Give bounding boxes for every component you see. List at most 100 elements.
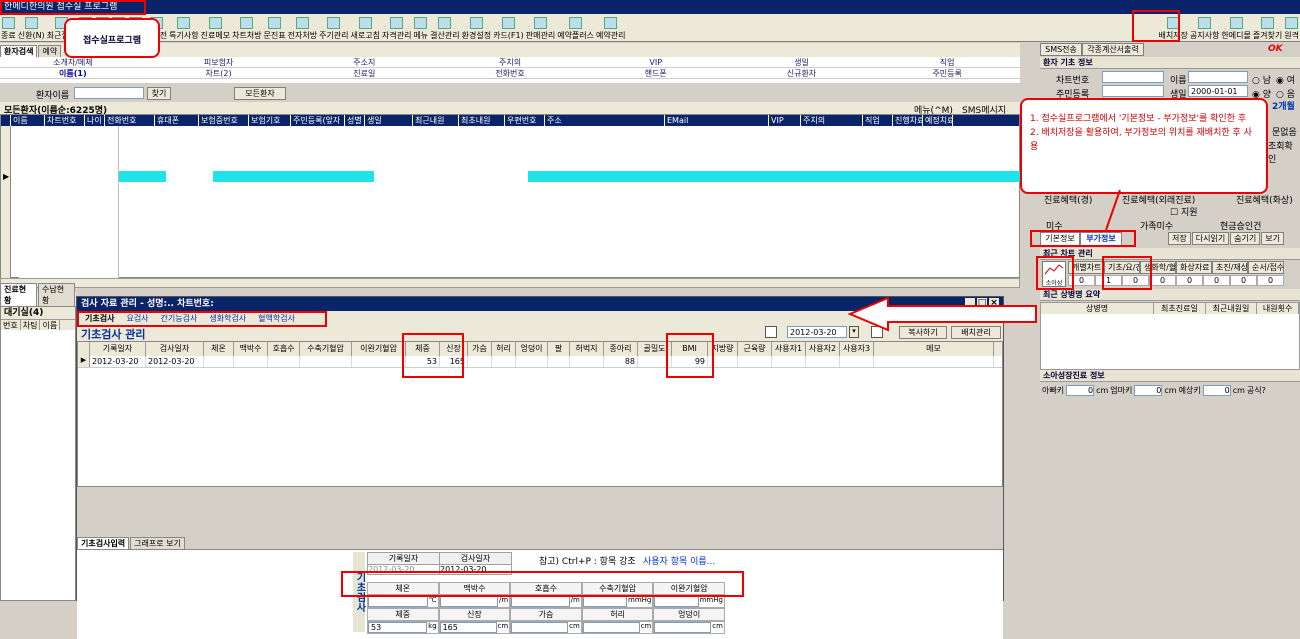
growth-input[interactable]: 0 <box>1066 385 1095 396</box>
toolbar-button[interactable]: 새로고침 <box>350 15 381 41</box>
form-field-input[interactable]: 53 <box>368 622 428 633</box>
selected-row-cell[interactable] <box>119 171 166 182</box>
disease-column-header[interactable]: 최초진료일 <box>1154 303 1206 314</box>
toolbar-button[interactable]: 주기관리 <box>318 15 349 41</box>
disease-column-header[interactable]: 상병명 <box>1041 303 1155 314</box>
selected-row-cell[interactable] <box>213 171 374 182</box>
toolbar-right-button[interactable]: 원격 <box>1283 15 1300 41</box>
exam-cell[interactable]: 88 <box>604 356 638 367</box>
tab-patient-search[interactable]: 환자검색 <box>0 45 38 57</box>
grid-column-header[interactable]: 최근내원 <box>413 115 459 126</box>
grid-column-header[interactable]: 우편번호 <box>505 115 545 126</box>
grid-column-header[interactable]: VIP <box>769 115 801 126</box>
selected-row-cell[interactable] <box>528 171 1021 182</box>
waiting-column-header[interactable]: 번호 <box>1 320 21 330</box>
exam-cell[interactable] <box>204 356 234 367</box>
disease-list[interactable]: 상병명 최초진료일 최근내원일 내원횟수 <box>1040 302 1300 370</box>
grid-column-header[interactable]: 주소 <box>545 115 665 126</box>
growth-input[interactable]: 0 <box>1134 385 1163 396</box>
toolbar-button[interactable]: 문진표 <box>263 15 287 41</box>
waiting-column-header[interactable]: 차팅 <box>21 320 41 330</box>
category-item[interactable]: 직업 <box>874 57 1020 67</box>
form-field-input[interactable] <box>439 596 498 607</box>
form-field-input[interactable] <box>654 596 699 607</box>
tab-graph-view[interactable]: 그래프로 보기 <box>130 537 185 549</box>
find-button[interactable]: 찾기 <box>147 87 171 100</box>
exam-cell[interactable] <box>806 356 840 367</box>
category-item[interactable]: 생일 <box>729 57 875 67</box>
gender-female-radio[interactable]: ◉ 여 <box>1276 73 1295 86</box>
exam-cell[interactable]: 2012-03-20 <box>90 356 146 367</box>
exam-column-header[interactable]: 엉덩이 <box>516 342 548 356</box>
exam-cell[interactable] <box>738 356 772 367</box>
prev-date-icon[interactable] <box>765 326 777 338</box>
form-field[interactable]: cm <box>510 621 582 634</box>
form-field-input[interactable] <box>368 596 428 607</box>
grid-column-header[interactable]: 보험증번호 <box>199 115 249 126</box>
toolbar-button[interactable]: 예약관리 <box>595 15 626 41</box>
exam-column-header[interactable]: 맥박수 <box>234 342 268 356</box>
grid-column-header[interactable]: 예정치료 <box>923 115 953 126</box>
chart-column-button[interactable]: 화상자료 <box>1176 261 1212 274</box>
toolbar-button[interactable]: 자격관리 <box>381 15 412 41</box>
jumin-input[interactable] <box>1102 85 1164 97</box>
exam-column-header[interactable]: 호흡수 <box>268 342 300 356</box>
exam-column-header[interactable]: 근육량 <box>738 342 772 356</box>
user-items-button[interactable]: 사용자 항목 이름... <box>643 554 715 567</box>
exam-cell[interactable] <box>234 356 268 367</box>
form-field[interactable]: 53 kg <box>367 621 439 634</box>
category-item[interactable]: 피보험자 <box>146 57 292 67</box>
category-item[interactable]: 주치의 <box>437 57 583 67</box>
toolbar-button[interactable]: 결산관리 <box>429 15 460 41</box>
category-item[interactable]: 주소지 <box>291 57 437 67</box>
grid-column-header[interactable]: 최초내원 <box>459 115 505 126</box>
exam-cell[interactable] <box>300 356 352 367</box>
patient-list-grid[interactable]: 이름 차트번호 나이 전화번호 휴대폰 보험증번호 보험기호 주민등록(앞자 성별 생일 최근내원 최… <box>0 114 1021 278</box>
form-field-input[interactable] <box>654 622 712 633</box>
exam-cell[interactable] <box>840 356 874 367</box>
exam-cell[interactable] <box>570 356 604 367</box>
disease-column-header[interactable]: 최근내원일 <box>1206 303 1258 314</box>
toolbar-button[interactable]: 종료 <box>0 15 17 41</box>
exam-column-header[interactable]: 기록일자 <box>90 342 146 356</box>
exam-column-header[interactable]: 허리 <box>492 342 516 356</box>
patient-name-input[interactable] <box>74 87 144 99</box>
toolbar-button[interactable]: 환경설정 <box>461 15 492 41</box>
exam-grid[interactable]: 기록일자 검사일자 체온 맥박수 호흡수 수축기혈압 이완기혈압 체중 신장 가슴 허리 엉덩이 팔 허벅… <box>77 341 1003 487</box>
form-field-input[interactable] <box>582 596 628 607</box>
tab-reservation[interactable]: 예약 <box>38 45 62 57</box>
exam-cell[interactable] <box>352 356 406 367</box>
form-field[interactable]: 165 cm <box>438 621 511 634</box>
category-item[interactable]: 핸드폰 <box>583 68 729 78</box>
exam-cell[interactable] <box>772 356 806 367</box>
toolbar-button[interactable]: 판매관리 <box>525 15 556 41</box>
exam-cell[interactable] <box>874 356 994 367</box>
growth-input[interactable]: 0 <box>1202 385 1231 396</box>
category-item[interactable]: 진료일 <box>291 68 437 78</box>
birth-input[interactable]: 2000-01-01 <box>1188 85 1248 97</box>
exam-column-header[interactable]: 메모 <box>874 342 994 356</box>
chart-number-input[interactable] <box>1102 71 1164 83</box>
tab-payment-status[interactable]: 수납현황 <box>38 283 75 306</box>
exam-column-header[interactable]: 이완기혈압 <box>352 342 406 356</box>
exam-column-header[interactable]: 수축기혈압 <box>300 342 352 356</box>
toolbar-button[interactable]: 신환(N) <box>17 15 46 41</box>
grid-column-header[interactable]: 진행차료 <box>893 115 923 126</box>
grid-column-header[interactable]: 주민등록(앞자 <box>291 115 345 126</box>
toolbar-right-button[interactable]: 한메디몰 <box>1220 15 1251 41</box>
exam-cell[interactable] <box>492 356 516 367</box>
exam-column-header[interactable]: 체온 <box>204 342 234 356</box>
horizontal-scrollbar[interactable] <box>0 278 1020 288</box>
grid-column-header[interactable]: 생일 <box>365 115 413 126</box>
toolbar-button[interactable]: 메뉴 <box>412 15 429 41</box>
toolbar-button[interactable]: 전자처방 <box>287 15 318 41</box>
info-action-button[interactable]: 보기 <box>1261 232 1285 245</box>
all-patients-button[interactable]: 모든환자 <box>234 87 286 100</box>
exam-column-header[interactable]: 가슴 <box>468 342 492 356</box>
exam-cell[interactable] <box>516 356 548 367</box>
grid-column-header[interactable]: EMail <box>665 115 769 126</box>
form-field[interactable]: cm <box>581 621 654 634</box>
grid-column-header[interactable]: 휴대폰 <box>155 115 199 126</box>
form-field-input[interactable]: 165 <box>439 622 497 633</box>
grid-column-header[interactable]: 전화번호 <box>105 115 155 126</box>
